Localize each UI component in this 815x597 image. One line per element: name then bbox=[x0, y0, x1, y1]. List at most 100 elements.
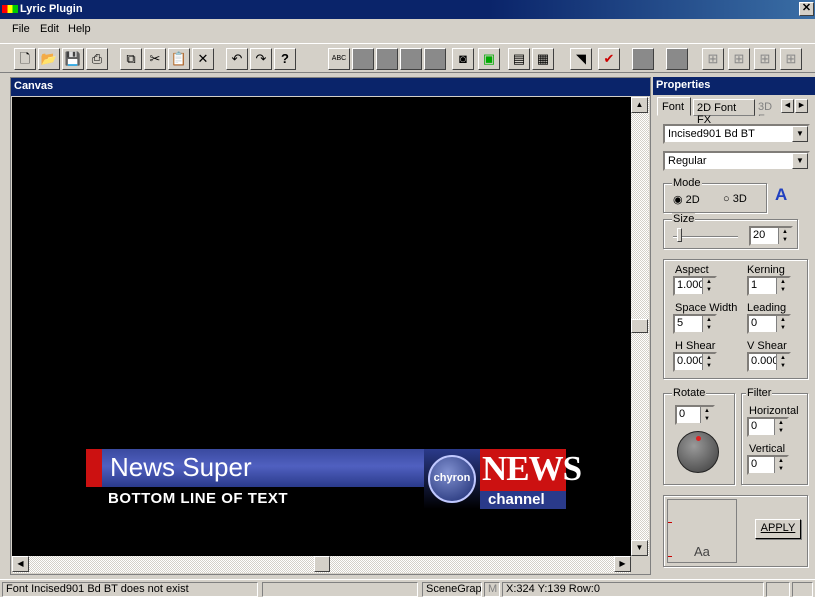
size-slider-track[interactable] bbox=[673, 236, 738, 238]
status-message: Font Incised901 Bd BT does not exist bbox=[2, 582, 258, 597]
font-name-select[interactable]: Incised901 Bd BT ▼ bbox=[663, 124, 810, 144]
menu-help[interactable]: Help bbox=[68, 23, 91, 35]
open-folder-icon[interactable]: 📂 bbox=[38, 48, 60, 70]
scroll-left-icon[interactable]: ◀ bbox=[12, 556, 29, 572]
tool-button-3[interactable] bbox=[400, 48, 422, 70]
status-scenegraph: SceneGraph bbox=[422, 582, 482, 597]
subline-bar[interactable]: BOTTOM LINE OF TEXT bbox=[86, 487, 424, 509]
tool-button-4[interactable] bbox=[424, 48, 446, 70]
spin-arrows-icon[interactable]: ▲ ▼ bbox=[774, 419, 787, 435]
spin-arrows-icon[interactable]: ▲ ▼ bbox=[700, 407, 713, 423]
text-tool-button[interactable]: ABC bbox=[328, 48, 350, 70]
chyron-logo: chyron bbox=[428, 455, 476, 503]
spin-arrows-icon[interactable]: ▲ ▼ bbox=[702, 316, 715, 332]
spin-arrows-icon[interactable]: ▲ ▼ bbox=[776, 354, 789, 370]
context-help-icon[interactable]: ? bbox=[274, 48, 296, 70]
tab-font[interactable]: Font bbox=[657, 97, 691, 116]
aspect-spinner[interactable]: 1.000 ▲ ▼ bbox=[673, 276, 717, 296]
tab-scroll-left-icon[interactable]: ◀ bbox=[781, 99, 794, 113]
flag-icon[interactable]: ◥ bbox=[570, 48, 592, 70]
canvas-area[interactable]: News Super BOTTOM LINE OF TEXT chyron NE… bbox=[12, 97, 631, 556]
font-style-select[interactable]: Regular ▼ bbox=[663, 151, 810, 171]
aspect-value: 1.000 bbox=[677, 279, 705, 291]
scroll-up-icon[interactable]: ▲ bbox=[631, 97, 648, 113]
logo-box: chyron bbox=[424, 449, 480, 509]
spin-arrows-icon[interactable]: ▲ ▼ bbox=[774, 457, 787, 473]
headline-red-accent bbox=[86, 449, 102, 487]
v-shear-value: 0.000 bbox=[751, 355, 779, 367]
leading-label: Leading bbox=[747, 302, 787, 314]
canvas-horizontal-scrollbar[interactable]: ◀ ▶ bbox=[12, 556, 631, 573]
font-style-value: Regular bbox=[668, 155, 707, 167]
headline-bar[interactable]: News Super bbox=[102, 449, 424, 487]
horizontal-filter-spinner[interactable]: 0 ▲ ▼ bbox=[747, 417, 789, 437]
tool-button-5[interactable] bbox=[632, 48, 654, 70]
h-shear-spinner[interactable]: 0.000 ▲ ▼ bbox=[673, 352, 717, 372]
align-center-icon[interactable]: ⊞ bbox=[728, 48, 750, 70]
chevron-down-icon[interactable]: ▼ bbox=[792, 153, 808, 169]
align-right-icon[interactable]: ⊞ bbox=[754, 48, 776, 70]
scroll-right-icon[interactable]: ▶ bbox=[614, 556, 631, 572]
news-text: NEWS bbox=[482, 449, 582, 488]
space-width-value: 5 bbox=[677, 317, 684, 329]
image-icon[interactable]: ▣ bbox=[478, 48, 500, 70]
kerning-spinner[interactable]: 1 ▲ ▼ bbox=[747, 276, 791, 296]
spin-arrows-icon[interactable]: ▲ ▼ bbox=[778, 228, 791, 244]
spin-arrows-icon[interactable]: ▲ ▼ bbox=[776, 278, 789, 294]
tool-button-2[interactable] bbox=[376, 48, 398, 70]
canvas-panel: Canvas News Super BOTTOM LINE OF TEXT ch… bbox=[10, 77, 651, 575]
h-shear-label: H Shear bbox=[675, 340, 716, 352]
mode-2d-radio[interactable]: ◉ 2D bbox=[673, 193, 700, 206]
vertical-label: Vertical bbox=[749, 443, 786, 455]
tab-scroll-right-icon[interactable]: ▶ bbox=[795, 99, 808, 113]
vertical-filter-spinner[interactable]: 0 ▲ ▼ bbox=[747, 455, 789, 475]
canvas-header: Canvas bbox=[11, 78, 650, 96]
save-icon[interactable]: 💾 bbox=[62, 48, 84, 70]
window-icon[interactable]: ▤ bbox=[508, 48, 530, 70]
spin-arrows-icon[interactable]: ▲ ▼ bbox=[702, 354, 715, 370]
horizontal-scroll-thumb[interactable] bbox=[314, 556, 330, 572]
size-label: Size bbox=[672, 213, 696, 225]
tool-button-6[interactable] bbox=[666, 48, 688, 70]
mode-3d-radio[interactable]: ○ 3D bbox=[723, 193, 747, 205]
scroll-down-icon[interactable]: ▼ bbox=[631, 540, 648, 556]
canvas-vertical-scrollbar[interactable]: ▲ ▼ bbox=[631, 97, 649, 556]
toolbar: 🗋 📂 💾 ⎙ ⧉ ✂ 📋 ✕ ↶ ↷ ? ABC ◙ ▣ ▤ ▦ ◥ ✔ ⊞ … bbox=[0, 43, 815, 73]
size-spinner[interactable]: 20 ▲ ▼ bbox=[749, 226, 793, 246]
align-top-icon[interactable]: ⊞ bbox=[780, 48, 802, 70]
v-shear-spinner[interactable]: 0.000 ▲ ▼ bbox=[747, 352, 791, 372]
leading-spinner[interactable]: 0 ▲ ▼ bbox=[747, 314, 791, 334]
cut-icon[interactable]: ✂ bbox=[144, 48, 166, 70]
rotate-spinner[interactable]: 0 ▲ ▼ bbox=[675, 405, 715, 425]
spin-arrows-icon[interactable]: ▲ ▼ bbox=[776, 316, 789, 332]
menu-edit[interactable]: Edit bbox=[40, 23, 59, 35]
apply-button[interactable]: APPLY bbox=[755, 519, 801, 539]
properties-header: Properties bbox=[653, 77, 815, 95]
tab-3d-font[interactable]: 3D F bbox=[756, 99, 778, 116]
paste-icon[interactable]: 📋 bbox=[168, 48, 190, 70]
tool-button-1[interactable] bbox=[352, 48, 374, 70]
print-icon[interactable]: ⎙ bbox=[86, 48, 108, 70]
delete-icon[interactable]: ✕ bbox=[192, 48, 214, 70]
headline-text: News Super bbox=[110, 452, 252, 482]
align-left-icon[interactable]: ⊞ bbox=[702, 48, 724, 70]
vertical-scroll-thumb[interactable] bbox=[631, 319, 648, 333]
font-dialog-icon[interactable]: A bbox=[775, 185, 799, 209]
undo-icon[interactable]: ↶ bbox=[226, 48, 248, 70]
grid-icon[interactable]: ▦ bbox=[532, 48, 554, 70]
redo-icon[interactable]: ↷ bbox=[250, 48, 272, 70]
spin-arrows-icon[interactable]: ▲ ▼ bbox=[702, 278, 715, 294]
new-file-icon[interactable]: 🗋 bbox=[14, 48, 36, 70]
size-slider-thumb[interactable] bbox=[677, 228, 682, 242]
title-bar: Lyric Plugin ✕ bbox=[0, 0, 815, 19]
menu-file[interactable]: File bbox=[12, 23, 30, 35]
rotate-knob[interactable] bbox=[677, 431, 719, 473]
copy-icon[interactable]: ⧉ bbox=[120, 48, 142, 70]
preview-text: Aa bbox=[694, 544, 710, 559]
chevron-down-icon[interactable]: ▼ bbox=[792, 126, 808, 142]
camera-icon[interactable]: ◙ bbox=[452, 48, 474, 70]
space-width-spinner[interactable]: 5 ▲ ▼ bbox=[673, 314, 717, 334]
tab-2d-font-fx[interactable]: 2D Font FX bbox=[693, 99, 755, 126]
close-button[interactable]: ✕ bbox=[799, 2, 814, 16]
checkmark-icon[interactable]: ✔ bbox=[598, 48, 620, 70]
